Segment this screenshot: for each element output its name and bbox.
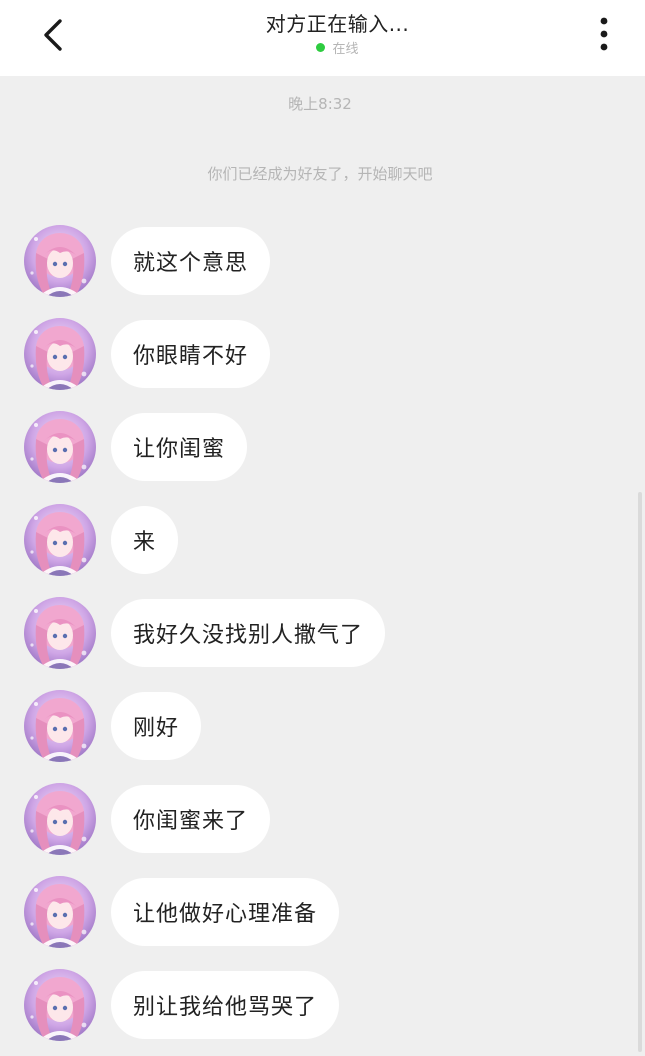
message-bubble[interactable]: 你闺蜜来了 (111, 785, 271, 853)
anime-girl-avatar-icon (24, 783, 96, 855)
anime-girl-avatar-icon (24, 318, 96, 390)
anime-girl-avatar-icon (24, 876, 96, 948)
message-bubble[interactable]: 刚好 (111, 692, 202, 760)
message-timestamp: 晚上8:32 (288, 95, 352, 113)
online-status: 在线 (160, 38, 515, 57)
sender-avatar[interactable] (24, 783, 96, 855)
chat-title-area: 对方正在输入... 在线 (160, 10, 515, 57)
anime-girl-avatar-icon (24, 690, 96, 762)
anime-girl-avatar-icon (24, 225, 96, 297)
sender-avatar[interactable] (24, 318, 96, 390)
anime-girl-avatar-icon (24, 504, 96, 576)
message-bubble[interactable]: 你眼睛不好 (111, 320, 271, 388)
online-dot-icon (316, 42, 326, 52)
more-vertical-icon (600, 17, 608, 51)
sender-avatar[interactable] (24, 504, 96, 576)
chevron-left-icon (44, 19, 62, 51)
chat-header: 对方正在输入... 在线 (0, 0, 645, 76)
message-bubble[interactable]: 我好久没找别人撒气了 (111, 599, 386, 667)
message-bubble[interactable]: 别让我给他骂哭了 (111, 971, 340, 1039)
sender-avatar[interactable] (24, 225, 96, 297)
anime-girl-avatar-icon (24, 969, 96, 1041)
system-message: 你们已经成为好友了，开始聊天吧 (207, 165, 433, 183)
sender-avatar[interactable] (24, 690, 96, 762)
message-bubble[interactable]: 来 (111, 506, 179, 574)
sender-avatar[interactable] (24, 597, 96, 669)
message-bubble[interactable]: 让你闺蜜 (111, 413, 248, 481)
chat-title: 对方正在输入... (265, 12, 410, 36)
scrollbar[interactable] (638, 492, 642, 1052)
anime-girl-avatar-icon (24, 411, 96, 483)
more-options-button[interactable] (584, 10, 624, 58)
sender-avatar[interactable] (24, 876, 96, 948)
online-status-label: 在线 (332, 41, 359, 57)
anime-girl-avatar-icon (24, 597, 96, 669)
message-bubble[interactable]: 让他做好心理准备 (111, 878, 340, 946)
sender-avatar[interactable] (24, 411, 96, 483)
message-bubble[interactable]: 就这个意思 (111, 227, 271, 295)
sender-avatar[interactable] (24, 969, 96, 1041)
back-button[interactable] (28, 10, 78, 60)
